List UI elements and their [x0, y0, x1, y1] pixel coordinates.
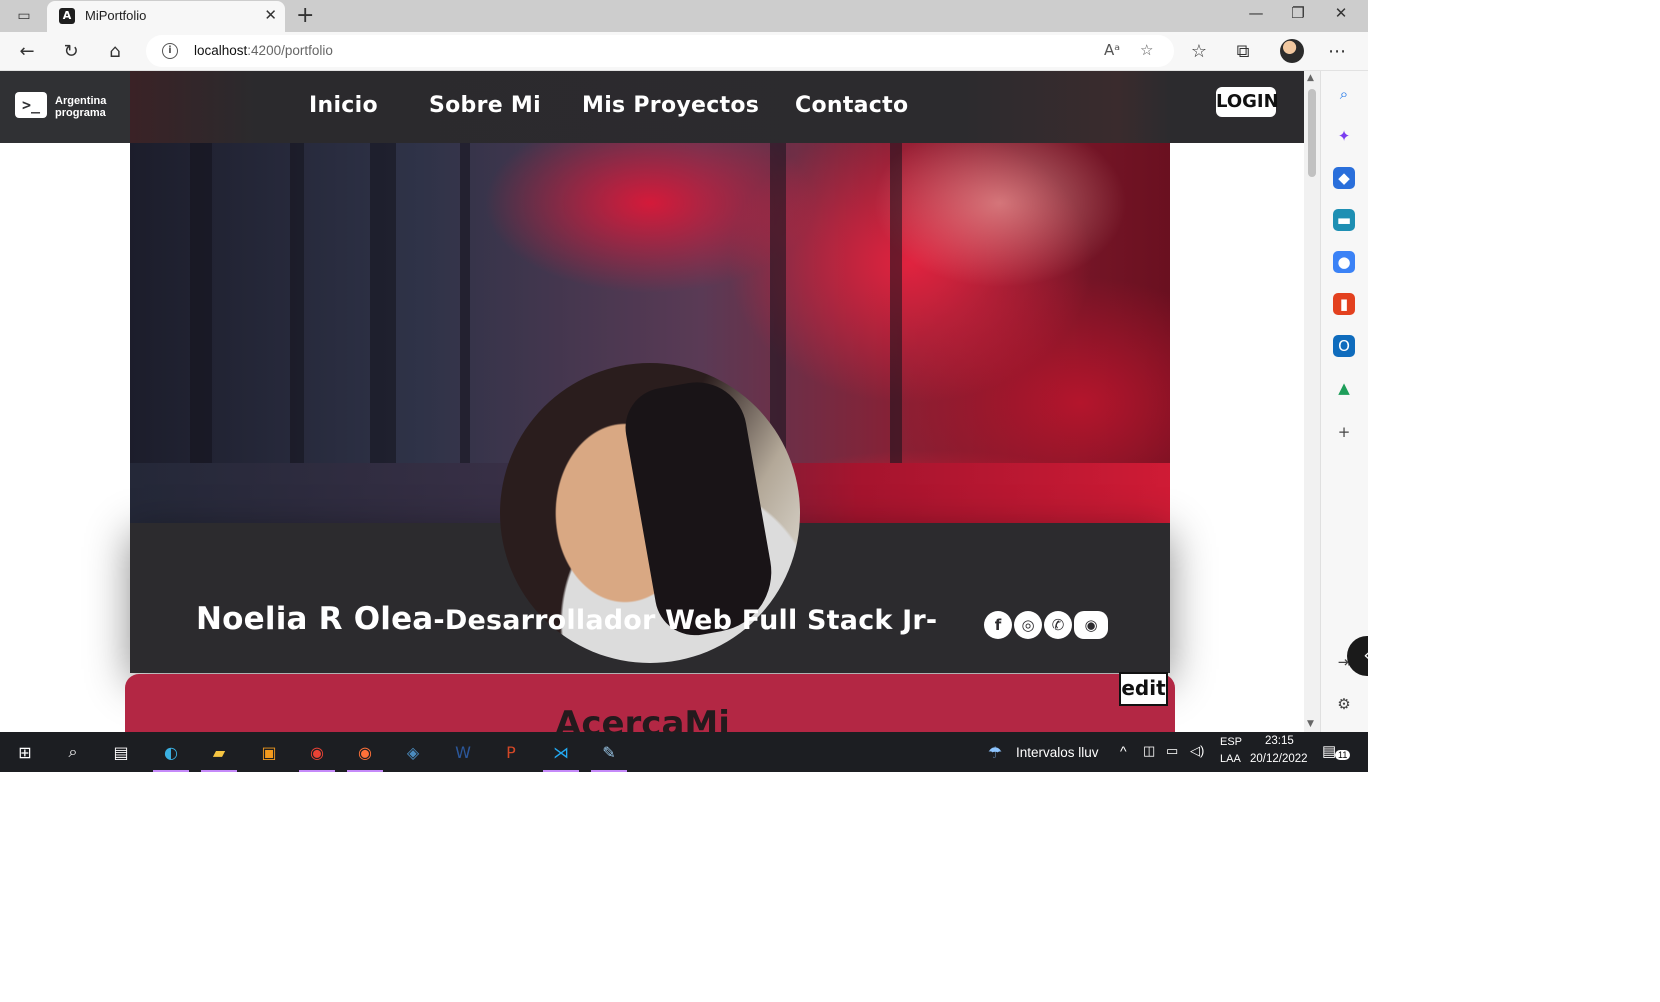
edge-sidebar: ⌕ ✦ ◆ ▬ ● ▮ O ▲ + ⇥ ⚙ ‹ — [1320, 71, 1368, 732]
close-window-icon[interactable]: ✕ — [1321, 4, 1361, 22]
windows-start-icon[interactable]: ⊞ — [10, 738, 40, 766]
weather-text[interactable]: Intervalos lluv — [1016, 745, 1099, 760]
edit-button[interactable]: edit — [1119, 672, 1168, 706]
login-button[interactable]: LOGIN — [1216, 87, 1279, 117]
clock-time[interactable]: 23:15 — [1265, 735, 1294, 747]
pdf-app-icon[interactable]: ▣ — [254, 738, 284, 766]
scroll-up-icon[interactable]: ▲ — [1307, 73, 1314, 83]
social-links: f ◎ ✆ ◉ — [984, 611, 1108, 639]
home-icon[interactable]: ⌂ — [102, 38, 128, 64]
add-icon[interactable]: + — [1333, 421, 1355, 443]
angular-favicon-icon: A — [59, 8, 75, 24]
games-icon[interactable]: ● — [1333, 251, 1355, 273]
page-scrollbar[interactable]: ▲ ▼ — [1304, 71, 1320, 732]
tools-icon[interactable]: ▬ — [1333, 209, 1355, 231]
favorites-icon[interactable]: ☆ — [1186, 38, 1212, 64]
word-icon[interactable]: W — [448, 738, 478, 766]
lang-line1[interactable]: ESP — [1220, 736, 1242, 748]
profile-name: Noelia R Olea — [196, 601, 434, 637]
address-bar[interactable]: i localhost:4200/portfolio Aᵃ ☆ — [146, 35, 1174, 67]
instagram-icon[interactable]: ◎ — [1014, 611, 1042, 639]
office-icon[interactable]: ▮ — [1333, 293, 1355, 315]
python-icon[interactable]: ◈ — [398, 738, 428, 766]
tab-actions-icon[interactable]: ▭ — [10, 6, 38, 26]
settings-icon[interactable]: ⚙ — [1333, 693, 1355, 715]
collections-icon[interactable]: ⧉ — [1230, 38, 1256, 64]
outlook-icon[interactable]: O — [1333, 335, 1355, 357]
browser-toolbar: ← ↻ ⌂ i localhost:4200/portfolio Aᵃ ☆ ☆ … — [0, 32, 1368, 71]
nav-mis-proyectos[interactable]: Mis Proyectos — [582, 93, 759, 118]
edge-taskbar-icon[interactable]: ◐ — [156, 738, 186, 766]
screen: ▭ A MiPortfolio ✕ + — — ❐ ✕ ← ↻ ⌂ i loca… — [0, 0, 1368, 772]
terminal-icon: >_ — [15, 92, 47, 118]
notification-count: 11 — [1335, 750, 1351, 760]
tab-strip: ▭ A MiPortfolio ✕ + — — ❐ ✕ — [0, 0, 1368, 32]
about-section: AcercaMi — [125, 674, 1175, 732]
search-icon[interactable]: ⌕ — [58, 738, 88, 766]
back-icon[interactable]: ← — [14, 38, 40, 64]
firefox-icon[interactable]: ◉ — [350, 738, 380, 766]
nav-contacto[interactable]: Contacto — [795, 93, 908, 118]
network-icon[interactable]: ▭ — [1166, 743, 1178, 759]
copilot-icon[interactable]: ✦ — [1333, 125, 1355, 147]
whatsapp-icon[interactable]: ✆ — [1044, 611, 1072, 639]
tree-icon[interactable]: ▲ — [1333, 377, 1355, 399]
profile-heading: Noelia R Olea-Desarrollador Web Full Sta… — [196, 601, 937, 637]
minimize-icon[interactable]: — — [1236, 4, 1276, 22]
tray-overflow-icon[interactable]: ^ — [1120, 743, 1127, 759]
search-icon[interactable]: ⌕ — [1333, 83, 1355, 105]
browser-tab[interactable]: A MiPortfolio ✕ — [47, 1, 285, 32]
weather-icon[interactable]: ☂ — [980, 738, 1010, 766]
tab-title: MiPortfolio — [85, 8, 147, 23]
notifications-icon[interactable]: ▤ — [1322, 742, 1336, 760]
windows-taskbar: ⊞ ⌕ ▤ ◐ ▰ ▣ ◉ ◉ ◈ W P ⋊ ✎ ☂ Intervalos l… — [0, 732, 1368, 772]
brand-logo[interactable]: >_ Argentina programa — [0, 71, 130, 143]
read-aloud-icon[interactable]: Aᵃ — [1104, 41, 1120, 59]
profile-role: -Desarrollador Web Full Stack Jr- — [433, 605, 938, 636]
meet-now-icon[interactable]: ◫ — [1143, 743, 1155, 759]
task-view-icon[interactable]: ▤ — [106, 738, 136, 766]
refresh-icon[interactable]: ↻ — [58, 38, 84, 64]
nav-sobre-mi[interactable]: Sobre Mi — [429, 93, 541, 118]
chrome-icon[interactable]: ◉ — [302, 738, 332, 766]
facebook-icon[interactable]: f — [984, 611, 1012, 639]
brand-name: Argentina programa — [55, 95, 107, 119]
scroll-down-icon[interactable]: ▼ — [1307, 719, 1314, 729]
restore-icon[interactable]: ❐ — [1278, 4, 1318, 22]
clock-date[interactable]: 20/12/2022 — [1250, 753, 1308, 765]
discord-icon[interactable]: ◉ — [1074, 611, 1108, 639]
vscode-icon[interactable]: ⋊ — [546, 738, 576, 766]
paint-icon[interactable]: ✎ — [594, 738, 624, 766]
profile-avatar[interactable] — [1280, 39, 1304, 63]
file-explorer-icon[interactable]: ▰ — [204, 738, 234, 766]
tab-close-icon[interactable]: ✕ — [264, 6, 277, 24]
scroll-thumb[interactable] — [1308, 89, 1316, 177]
site-info-icon[interactable]: i — [162, 43, 178, 59]
shopping-tag-icon[interactable]: ◆ — [1333, 167, 1355, 189]
lang-line2[interactable]: LAA — [1220, 753, 1241, 765]
site-navbar: >_ Argentina programa Inicio Sobre Mi Mi… — [0, 71, 1304, 143]
more-menu-icon[interactable]: ⋯ — [1324, 38, 1350, 64]
page-viewport: >_ Argentina programa Inicio Sobre Mi Mi… — [0, 71, 1304, 732]
about-title: AcercaMi — [555, 704, 730, 732]
powerpoint-icon[interactable]: P — [496, 738, 526, 766]
new-tab-icon[interactable]: + — [296, 3, 314, 28]
volume-icon[interactable]: ◁) — [1190, 743, 1204, 759]
add-favorite-icon[interactable]: ☆ — [1140, 41, 1153, 59]
url-text[interactable]: localhost:4200/portfolio — [194, 43, 333, 58]
nav-inicio[interactable]: Inicio — [309, 93, 378, 118]
